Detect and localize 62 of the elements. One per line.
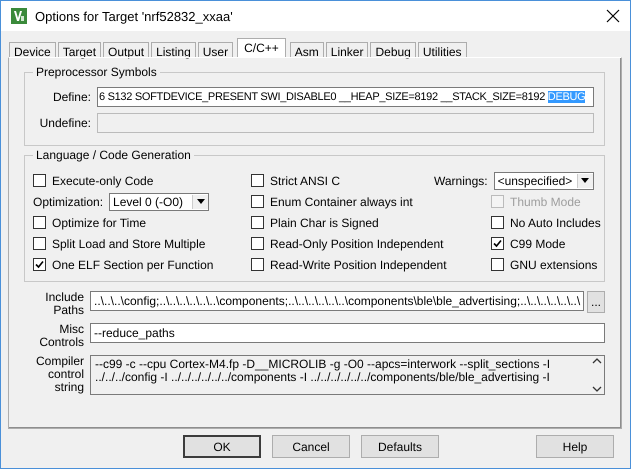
checkbox[interactable] — [33, 258, 46, 271]
checkbox-label: Thumb Mode — [510, 194, 581, 208]
checkbox-label: Strict ANSI C — [270, 174, 340, 188]
tab[interactable]: Device — [9, 42, 56, 57]
checkbox[interactable] — [33, 237, 46, 250]
checkbox-label: Read-Only Position Independent — [270, 236, 444, 250]
dialog-button[interactable]: Cancel — [272, 435, 350, 458]
dropdown-label: Warnings: — [434, 174, 488, 188]
checkbox-label: Enum Container always int — [270, 194, 413, 208]
checkbox[interactable] — [491, 258, 504, 271]
app-logo-icon — [11, 8, 27, 24]
dropdown-label: Optimization: — [33, 194, 104, 208]
checkbox-label: GNU extensions — [510, 258, 598, 272]
caret-icon — [581, 178, 590, 183]
tab[interactable]: C/C++ — [237, 38, 286, 57]
tab[interactable]: Debug — [370, 42, 416, 57]
checkbox[interactable] — [33, 216, 46, 229]
dialog-button[interactable]: Help — [536, 435, 614, 458]
dropdown[interactable]: Level 0 (-O0) — [109, 192, 210, 210]
checkbox-label: C99 Mode — [510, 236, 566, 250]
caret-icon — [196, 199, 205, 204]
checkbox-label: No Auto Includes — [510, 216, 601, 230]
checkbox[interactable] — [491, 216, 504, 229]
tab[interactable]: Listing — [151, 42, 196, 57]
compiler-control-field[interactable]: --c99 -c --cpu Cortex-M4.fp -D__MICROLIB -g -O0 --apcs=interwork --split_sections -I ../../../config -I ../../../../../../components -I ../../../../../../components/ble/ble_advertising -I — [90, 355, 605, 395]
tab[interactable]: Utilities — [418, 42, 467, 57]
tab[interactable]: Asm — [290, 42, 324, 57]
checkbox[interactable] — [491, 237, 504, 250]
include-paths-field[interactable]: ..\..\..\config;..\..\..\..\..\..\components;..\..\..\..\..\..\components\ble\ble_advertising;..\..\..\..\..\..\ — [90, 291, 584, 311]
scroll-up-icon[interactable] — [592, 358, 602, 364]
checkbox-label: Plain Char is Signed — [270, 216, 379, 230]
checkbox[interactable] — [251, 237, 264, 250]
field-label: Define: — [52, 90, 91, 104]
define-field[interactable]: 6 S132 SOFTDEVICE_PRESENT SWI_DISABLE0 __HEAP_SIZE=8192 __STACK_SIZE=8192 DEBUG — [97, 87, 594, 107]
dialog-button[interactable]: Defaults — [361, 435, 439, 458]
checkbox-label: One ELF Section per Function — [52, 258, 214, 272]
checkbox-label: Optimize for Time — [52, 216, 146, 230]
field-label: Undefine: — [38, 116, 91, 130]
window-title: Options for Target 'nrf52832_xxaa' — [35, 8, 234, 24]
field-label: Misc Controls — [38, 323, 84, 349]
field-label: Compiler control string — [34, 355, 84, 394]
scroll-down-icon[interactable] — [592, 386, 602, 392]
misc-controls-field[interactable]: --reduce_paths — [90, 323, 605, 343]
dropdown[interactable]: <unspecified> — [494, 172, 594, 190]
checkbox[interactable] — [251, 195, 264, 208]
group-title: Preprocessor Symbols — [33, 65, 160, 79]
tab[interactable]: Linker — [326, 42, 368, 57]
field-label: Include Paths — [44, 291, 84, 317]
close-icon[interactable] — [606, 9, 620, 23]
checkbox-label: Read-Write Position Independent — [270, 258, 447, 272]
checkbox[interactable] — [251, 258, 264, 271]
checkbox[interactable] — [251, 174, 264, 187]
tab[interactable]: User — [198, 42, 234, 57]
dialog-button[interactable]: OK — [183, 435, 261, 458]
browse-button[interactable]: ... — [587, 291, 605, 313]
checkbox[interactable] — [33, 174, 46, 187]
checkbox[interactable] — [251, 216, 264, 229]
checkbox-label: Execute-only Code — [52, 174, 154, 188]
tab[interactable]: Output — [103, 42, 150, 57]
tab[interactable]: Target — [58, 42, 102, 57]
group-title: Language / Code Generation — [33, 148, 194, 162]
checkbox-label: Split Load and Store Multiple — [52, 236, 206, 250]
